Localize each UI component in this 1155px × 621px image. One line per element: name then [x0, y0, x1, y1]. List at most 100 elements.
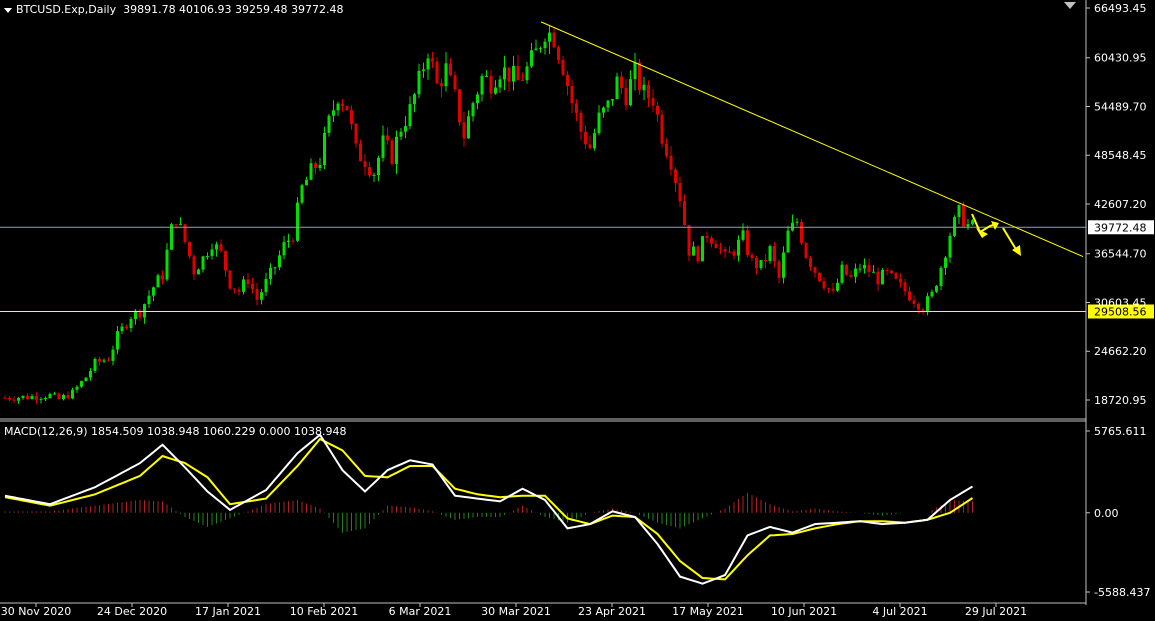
candle-body — [467, 116, 470, 139]
candle-body — [534, 48, 538, 51]
candle-body — [120, 326, 124, 332]
candle-body — [701, 236, 704, 262]
candle-body — [885, 269, 889, 271]
candle-body — [957, 205, 961, 218]
candle-body — [494, 87, 497, 94]
candle-body — [197, 269, 200, 275]
candle-body — [692, 246, 695, 256]
candle-body — [683, 201, 686, 226]
candle-body — [363, 161, 367, 168]
candle-body — [899, 278, 902, 283]
candle-body — [840, 264, 844, 283]
candle-body — [903, 282, 907, 292]
candle-body — [210, 249, 214, 256]
candle-body — [638, 62, 641, 91]
candle-body — [314, 163, 317, 169]
candle-body — [800, 221, 803, 244]
candle-body — [588, 144, 592, 149]
candle-body — [323, 132, 326, 166]
candle-body — [777, 261, 781, 278]
candle-body — [791, 222, 794, 231]
candle-body — [399, 131, 403, 137]
time-tick-label: 29 Jul 2021 — [965, 605, 1027, 618]
candle-body — [377, 157, 380, 176]
candle-body — [728, 251, 731, 253]
candle-body — [926, 296, 929, 313]
time-tick-label: 30 Nov 2020 — [1, 605, 71, 618]
candle-body — [962, 205, 965, 227]
candle-body — [3, 397, 7, 399]
candle-body — [804, 243, 808, 258]
candle-body — [813, 267, 817, 273]
candle-body — [512, 65, 515, 82]
candle-body — [8, 397, 11, 400]
candle-body — [867, 264, 871, 272]
candle-body — [566, 74, 569, 86]
candle-body — [669, 155, 673, 170]
candle-body — [219, 244, 223, 251]
candle-body — [966, 224, 970, 227]
candle-body — [305, 179, 308, 186]
candle-body — [471, 103, 475, 117]
candle-body — [21, 395, 25, 398]
time-tick-label: 24 Dec 2020 — [97, 605, 167, 618]
candle-body — [678, 182, 682, 202]
time-tick-label: 6 Mar 2021 — [389, 605, 452, 618]
candle-body — [368, 167, 371, 176]
candle-body — [264, 278, 268, 293]
candle-body — [503, 67, 506, 80]
candle-body — [408, 104, 412, 127]
one-click-trading-icon[interactable] — [1064, 2, 1076, 9]
candle-body — [98, 358, 101, 362]
candle-body — [827, 288, 830, 290]
candle-body — [606, 100, 610, 108]
candle-body — [818, 272, 821, 282]
candle-body — [350, 110, 353, 124]
candle-body — [327, 115, 331, 133]
candle-body — [476, 94, 479, 104]
candle-body — [863, 264, 866, 269]
candle-body — [30, 396, 34, 399]
candle-body — [404, 126, 407, 132]
chart-canvas[interactable]: 39772.4829508.56 66493.4560430.9554489.7… — [0, 0, 1155, 621]
candle-body — [300, 185, 304, 203]
candle-body — [35, 396, 38, 400]
symbol-menu-icon[interactable] — [4, 7, 12, 13]
macd-tick-label: -5588.437 — [1094, 586, 1150, 599]
candle-body — [431, 58, 434, 62]
candle-body — [413, 94, 416, 105]
candle-body — [453, 75, 457, 90]
candle-body — [156, 275, 160, 288]
candle-body — [584, 131, 587, 145]
candle-body — [426, 58, 430, 70]
candle-body — [44, 398, 47, 400]
candle-body — [381, 135, 385, 158]
candle-body — [674, 169, 677, 183]
candle-body — [287, 240, 290, 243]
macd-tick-label: 0.00 — [1094, 507, 1119, 520]
candle-body — [597, 112, 601, 134]
candle-body — [732, 251, 736, 256]
time-tick-label: 17 May 2021 — [672, 605, 744, 618]
candle-body — [525, 66, 529, 81]
candle-body — [71, 389, 74, 399]
candle-body — [39, 398, 43, 400]
candle-body — [917, 303, 920, 310]
candle-body — [345, 105, 349, 111]
candle-body — [696, 246, 700, 262]
candle-body — [561, 59, 565, 75]
candle-body — [858, 268, 862, 270]
candle-body — [237, 289, 241, 292]
candle-body — [233, 288, 236, 290]
candle-body — [170, 224, 173, 250]
price-tick-label: 66493.45 — [1094, 2, 1147, 15]
candle-body — [458, 89, 461, 123]
candle-body — [75, 386, 79, 390]
time-tick-label: 4 Jul 2021 — [872, 605, 927, 618]
candle-body — [557, 47, 560, 60]
candle-body — [629, 79, 632, 106]
candle-body — [647, 84, 650, 99]
candle-body — [143, 304, 146, 318]
candle-body — [201, 256, 205, 270]
candle-body — [570, 85, 574, 104]
